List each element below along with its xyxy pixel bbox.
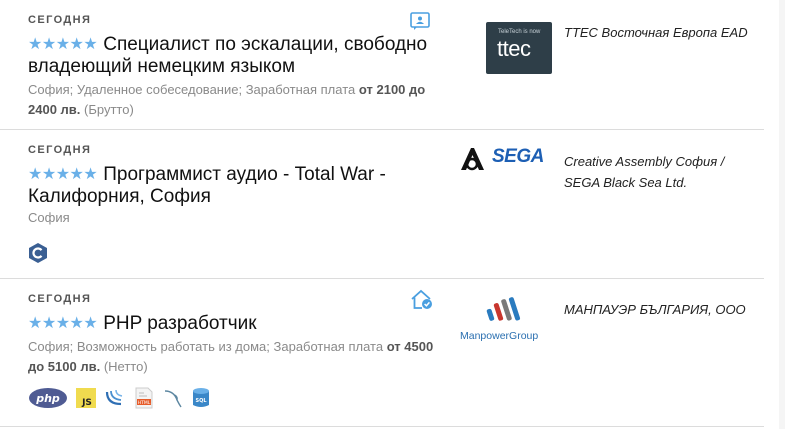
job-meta: София; Удаленное собеседование; Заработн… bbox=[28, 80, 438, 120]
js-icon: JS bbox=[76, 388, 96, 413]
company-name[interactable]: TTEC Восточная Европа EAD bbox=[564, 22, 754, 43]
rating-stars: ★★★★★ bbox=[28, 315, 98, 332]
job-meta: София; Возможность работать из дома; Зар… bbox=[28, 337, 438, 377]
sql-icon-text: SQL bbox=[195, 398, 207, 404]
company-name[interactable]: Creative Assembly София / SEGA Black Sea… bbox=[564, 151, 754, 193]
tech-stack: php JS HTML SQL bbox=[28, 387, 210, 414]
job-date: СЕГОДНЯ bbox=[28, 293, 92, 305]
remote-home-icon[interactable] bbox=[410, 289, 432, 309]
company-name[interactable]: МАНПАУЭР БЪЛГАРИЯ, ООО bbox=[564, 299, 754, 320]
html-icon-text: HTML bbox=[138, 400, 151, 406]
company-logo[interactable]: ManpowerGroup bbox=[458, 295, 554, 342]
sql-icon: SQL bbox=[192, 387, 210, 414]
company-logo[interactable]: TeleTech is now ttec bbox=[486, 22, 552, 74]
rating-stars: ★★★★★ bbox=[28, 36, 98, 53]
job-title[interactable]: ★★★★★ Специалист по эскалации, свободно в… bbox=[28, 34, 428, 78]
salary-type: (Брутто) bbox=[84, 102, 134, 117]
company-logo[interactable]: SEGA bbox=[458, 142, 550, 182]
chat-badge-icon[interactable] bbox=[410, 12, 432, 32]
cpp-icon bbox=[28, 242, 48, 269]
rating-stars: ★★★★★ bbox=[28, 166, 98, 183]
job-date: СЕГОДНЯ bbox=[28, 14, 92, 26]
scrollbar[interactable] bbox=[779, 0, 785, 429]
job-location: София; Удаленное собеседование; Заработн… bbox=[28, 82, 356, 97]
job-card[interactable]: СЕГОДНЯ ★★★★★ Программист аудио - Total W… bbox=[0, 130, 764, 279]
php-icon: php bbox=[28, 387, 68, 414]
job-location: София; Возможность работать из дома; Зар… bbox=[28, 339, 384, 354]
salary-type: (Нетто) bbox=[103, 359, 148, 374]
job-title[interactable]: ★★★★★ Программист аудио - Total War - Кал… bbox=[28, 164, 428, 208]
mysql-icon bbox=[162, 387, 184, 414]
logo-caption: TeleTech is now bbox=[498, 29, 541, 35]
job-date: СЕГОДНЯ bbox=[28, 144, 92, 156]
salary-from: от bbox=[358, 82, 373, 97]
job-meta: София bbox=[28, 208, 438, 228]
jquery-icon bbox=[104, 388, 126, 413]
logo-text: ManpowerGroup bbox=[460, 330, 539, 342]
salary-from: от bbox=[386, 339, 401, 354]
tech-stack bbox=[28, 242, 48, 269]
job-location: София bbox=[28, 210, 70, 225]
job-title-text[interactable]: PHP разработчик bbox=[103, 313, 256, 334]
logo-text: ttec bbox=[497, 36, 531, 61]
job-card[interactable]: СЕГОДНЯ ★★★★★ Специалист по эскалации, св… bbox=[0, 0, 764, 130]
html-icon: HTML bbox=[134, 387, 154, 414]
job-title[interactable]: ★★★★★ PHP разработчик bbox=[28, 313, 428, 335]
logo-text: SEGA bbox=[492, 146, 544, 167]
php-icon-text: php bbox=[35, 392, 60, 405]
job-list: СЕГОДНЯ ★★★★★ Специалист по эскалации, св… bbox=[0, 0, 764, 427]
job-card[interactable]: СЕГОДНЯ ★★★★★ PHP разработчик София; Возм… bbox=[0, 279, 764, 427]
js-icon-text: JS bbox=[81, 398, 92, 408]
